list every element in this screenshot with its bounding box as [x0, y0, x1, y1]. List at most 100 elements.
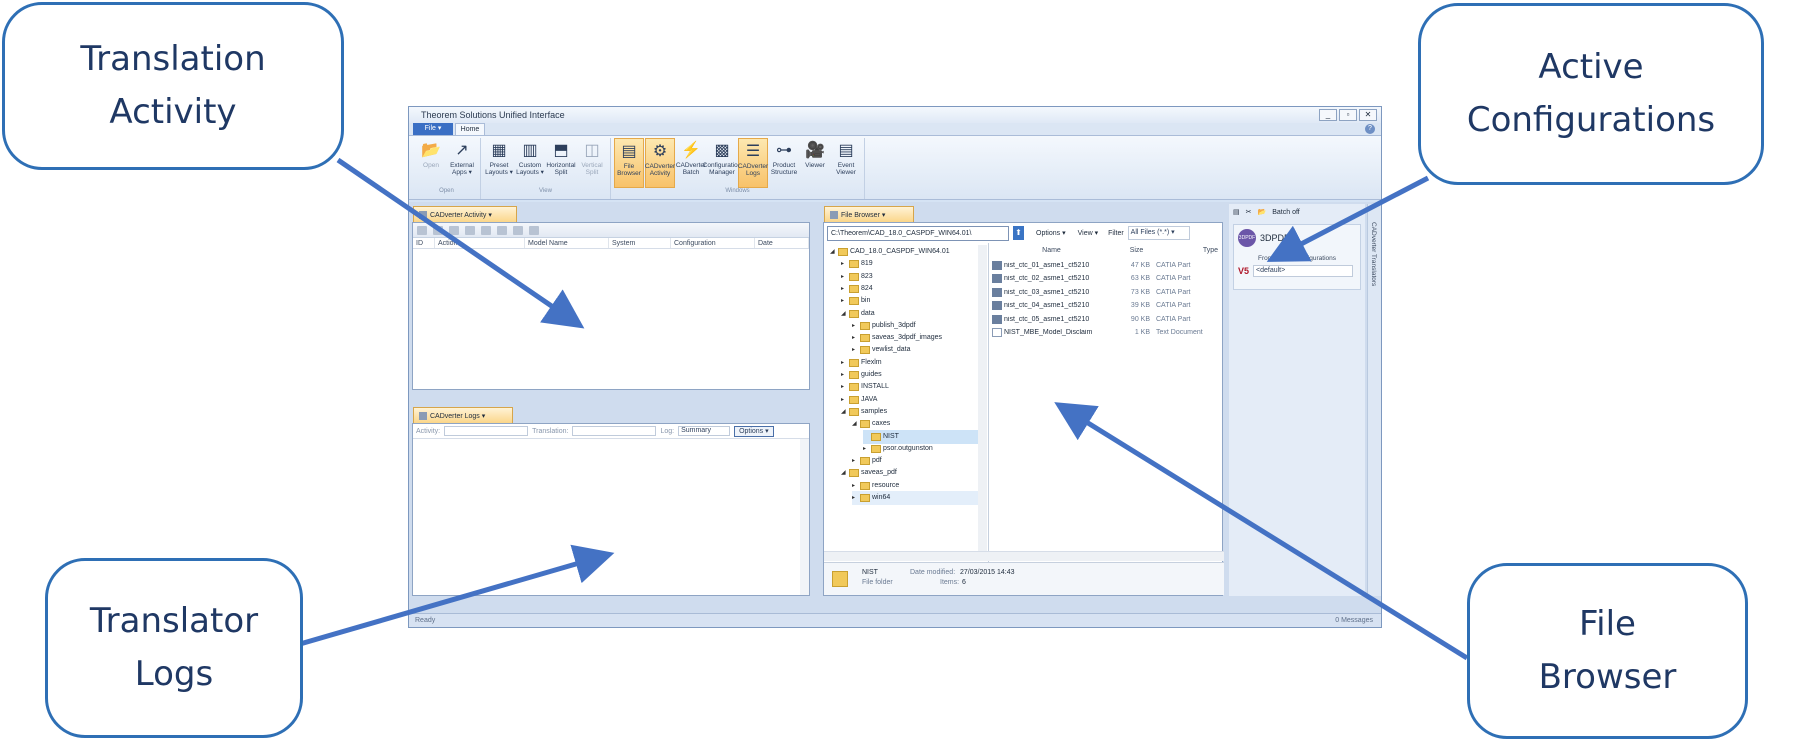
vertical-split-button[interactable]: ◫ Vertical Split — [577, 138, 607, 188]
messages-count[interactable]: 0 Messages — [1335, 617, 1373, 624]
plugin-card[interactable]: 3DPDF 3DPDF From Active Configurations V… — [1233, 224, 1361, 290]
config-toolbar: ▤ ✂ 📂 Batch off — [1229, 204, 1365, 220]
callout-text: Logs — [134, 654, 214, 694]
logs-scrollbar[interactable] — [800, 439, 809, 595]
folder-icon — [871, 444, 881, 453]
activity-filter-select[interactable] — [444, 426, 529, 436]
toolbar-icon[interactable] — [433, 225, 443, 235]
folder-icon — [860, 420, 870, 429]
column-date[interactable]: Date — [755, 238, 809, 248]
file-type: CATIA Part — [1156, 275, 1191, 282]
column-configuration[interactable]: Configuration — [671, 238, 755, 248]
expander-icon[interactable]: ▸ — [852, 491, 858, 505]
horizontal-scrollbar[interactable] — [824, 551, 1224, 561]
view-button[interactable]: View ▾ — [1078, 229, 1099, 237]
folder-icon — [849, 469, 859, 478]
vertical-split-icon: ◫ — [584, 141, 600, 159]
splitter[interactable] — [988, 243, 989, 563]
tree-node[interactable]: ▸ win64 — [852, 491, 980, 505]
plugin-name: 3DPDF — [1260, 233, 1290, 243]
logs-panel-tab[interactable]: CADverter Logs ▾ — [413, 407, 513, 423]
tab-file[interactable]: File ▾ — [413, 123, 453, 135]
file-browser-tab[interactable]: File Browser ▾ — [824, 206, 914, 222]
column-model-name[interactable]: Model Name — [525, 238, 609, 248]
folder-icon — [849, 371, 859, 379]
help-icon[interactable]: ? — [1365, 124, 1375, 134]
file-name: NIST_MBE_Model_Disclaim — [1004, 329, 1093, 336]
logs-options-button[interactable]: Options ▾ — [734, 425, 774, 437]
file-row[interactable]: nist_ctc_05_asme1_ct5210 90 KB CATIA Part — [992, 313, 1212, 325]
file-row[interactable]: nist_ctc_04_asme1_ct5210 39 KB CATIA Part — [992, 300, 1212, 312]
custom-layouts-button[interactable]: ▥ Custom Layouts ▾ — [515, 138, 545, 188]
column-system[interactable]: System — [609, 238, 671, 248]
product-structure-button[interactable]: ⊶ Product Structure — [769, 138, 799, 188]
tab-home[interactable]: Home — [455, 123, 485, 135]
maximize-button[interactable]: ▫ — [1339, 109, 1357, 121]
external-apps-button[interactable]: ↗ External Apps ▾ — [447, 138, 477, 188]
toolbar-icon[interactable] — [513, 225, 523, 235]
column-id[interactable]: ID — [413, 238, 435, 248]
callout-text: Translator — [89, 601, 259, 642]
column-name[interactable]: Name — [990, 245, 1110, 256]
filter-select[interactable]: All Files (*.*) ▾ — [1127, 226, 1190, 240]
config-select[interactable]: <default> — [1253, 265, 1354, 277]
close-button[interactable]: ✕ — [1359, 109, 1377, 121]
expander-icon[interactable]: ◢ — [852, 417, 858, 431]
file-row[interactable]: NIST_MBE_Model_Disclaim 1 KB Text Document — [992, 327, 1212, 339]
column-size[interactable]: Size — [1110, 245, 1160, 256]
cadverter-logs-button[interactable]: ☰ CADverter Logs — [738, 138, 768, 188]
open-folder-button[interactable]: 📂 Open — [416, 138, 446, 188]
callout-text: Activity — [109, 92, 237, 132]
callout-translator-logs: Translator Logs — [45, 558, 303, 738]
translators-side-tab[interactable]: CADverter Translators — [1367, 204, 1381, 596]
column-action[interactable]: Action — [435, 238, 525, 248]
toolbar-icon[interactable] — [417, 225, 427, 235]
column-type[interactable]: Type — [1160, 245, 1218, 256]
expander-icon[interactable]: ◢ — [830, 245, 836, 259]
toolbar-icon[interactable] — [449, 225, 459, 235]
expander-icon[interactable]: ◢ — [841, 307, 847, 321]
batch-icon[interactable]: ▤ — [1233, 208, 1240, 216]
path-input[interactable]: C:\Theorem\CAD_18.0_CASPDF_WIN64.01\ — [827, 225, 1009, 241]
horizontal-split-button[interactable]: ⬒ Horizontal Split — [546, 138, 576, 188]
folder-icon — [860, 334, 870, 343]
file-row[interactable]: nist_ctc_01_asme1_ct5210 47 KB CATIA Part — [992, 259, 1212, 271]
folder-tree: ◢ CAD_18.0_CASPDF_WIN64.01 ▸ 819 ▸ 823 ▸ 824 ▸ bi… — [826, 245, 986, 545]
cadverter-activity-icon: ⚙ — [652, 142, 668, 160]
preset-layouts-icon: ▦ — [491, 141, 507, 159]
file-row[interactable]: nist_ctc_03_asme1_ct5210 73 KB CATIA Part — [992, 286, 1212, 298]
cadverter-activity-button[interactable]: ⚙ CADverter Activity — [645, 138, 675, 188]
ribbon-button-label: Product Structure — [770, 162, 798, 176]
expander-icon[interactable]: ◢ — [841, 405, 847, 419]
activity-panel-tab[interactable]: CADverter Activity ▾ — [413, 206, 517, 222]
batch-off-button[interactable]: Batch off — [1272, 209, 1300, 216]
catia-part-icon — [992, 314, 1002, 324]
translation-filter-select[interactable] — [572, 426, 657, 436]
file-type: Text Document — [1156, 329, 1203, 336]
viewer-button[interactable]: 🎥 Viewer — [800, 138, 830, 188]
expander-icon[interactable]: ◢ — [841, 466, 847, 480]
cadverter-batch-button[interactable]: ⚡ CADverter Batch — [676, 138, 706, 188]
toolbar-icon[interactable] — [497, 225, 507, 235]
toolbar-icon[interactable] — [529, 225, 539, 235]
preset-layouts-button[interactable]: ▦ Preset Layouts ▾ — [484, 138, 514, 188]
details-name: NIST — [862, 569, 878, 576]
file-browser-button[interactable]: ▤ File Browser — [614, 138, 644, 188]
ribbon-button-label: CADverter Batch — [675, 162, 707, 176]
configuration-manager-button[interactable]: ▩ Configuration Manager — [703, 138, 742, 188]
event-viewer-button[interactable]: ▤ Event Viewer — [831, 138, 861, 188]
work-area: CADverter Activity ▾ ID Action Model Nam… — [409, 202, 1381, 613]
file-row[interactable]: nist_ctc_02_asme1_ct5210 63 KB CATIA Part — [992, 273, 1212, 285]
toolbar-icon[interactable] — [465, 225, 475, 235]
up-folder-button[interactable]: ⬆ — [1013, 226, 1024, 240]
file-browser-tab-label: File Browser ▾ — [841, 211, 886, 219]
browser-options-button[interactable]: Options ▾ — [1036, 229, 1066, 237]
file-type: CATIA Part — [1156, 302, 1191, 309]
folder-icon — [849, 383, 859, 392]
logs-panel: Activity: Translation: Log: Summary Opti… — [412, 423, 810, 596]
toolbar-icon[interactable] — [481, 225, 491, 235]
tree-scrollbar[interactable] — [978, 245, 987, 555]
tools-icon[interactable]: ✂ — [1246, 208, 1252, 216]
log-filter-select[interactable]: Summary — [678, 426, 731, 436]
minimize-button[interactable]: _ — [1319, 109, 1337, 121]
